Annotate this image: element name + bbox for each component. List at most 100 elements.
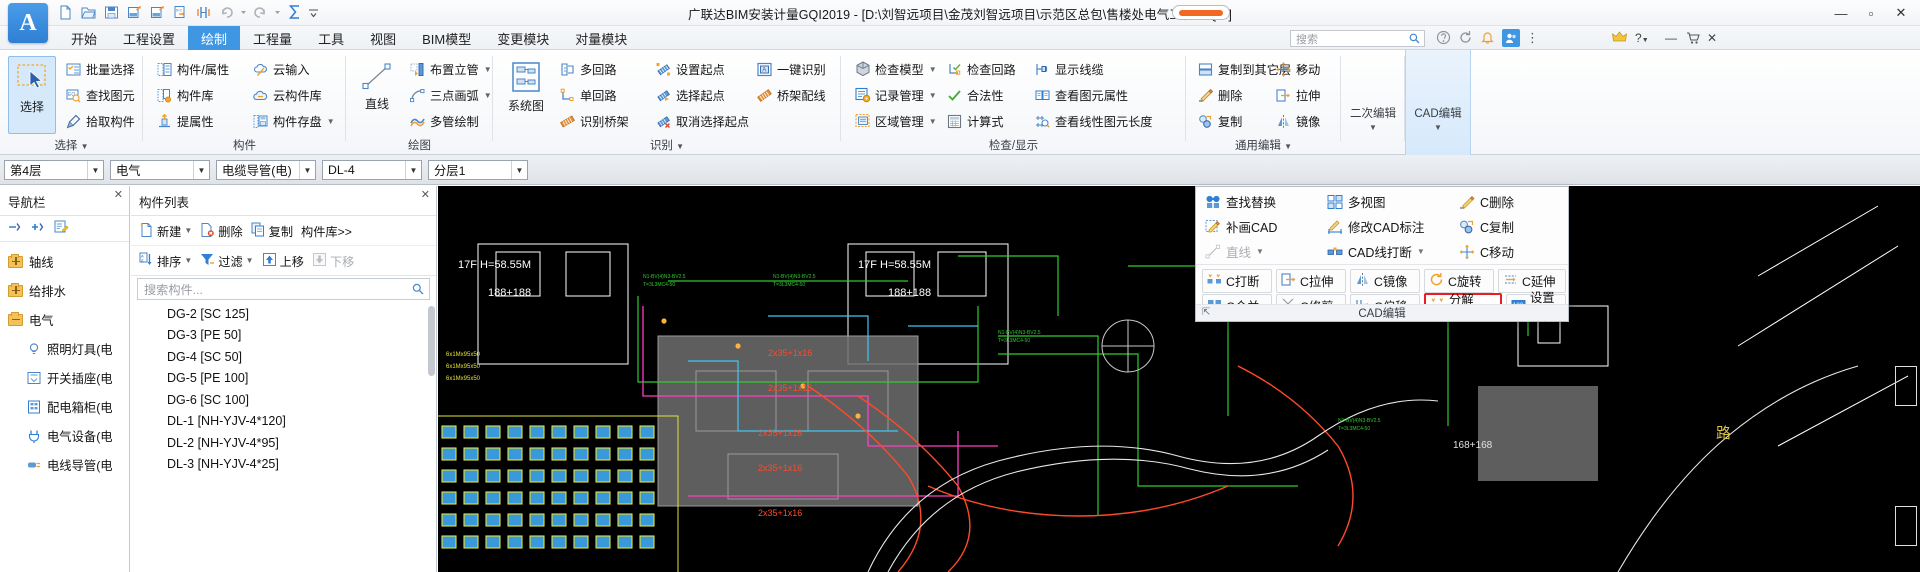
- bell-icon[interactable]: [1480, 30, 1495, 48]
- import-ifc-icon[interactable]: IFC: [170, 2, 191, 22]
- stretch-button[interactable]: 拉伸: [1272, 83, 1323, 107]
- nav-item-7[interactable]: 电线导管(电: [0, 450, 129, 479]
- ribbon-group-cad-edit[interactable]: CAD编辑 ▼: [1405, 50, 1471, 155]
- list-item[interactable]: DG-6 [SC 100]: [131, 389, 436, 411]
- list-item[interactable]: DL-3 [NH-YJV-4*25]: [131, 454, 436, 476]
- component-search-input[interactable]: 搜索构件...: [137, 278, 430, 300]
- find-replace-item[interactable]: 查找替换: [1200, 189, 1318, 214]
- delete-button[interactable]: 删除: [1194, 83, 1245, 107]
- close-panel-icon[interactable]: ✕: [1707, 31, 1717, 45]
- component-type-select-caret-icon[interactable]: ▼: [299, 161, 315, 179]
- sort-button[interactable]: AZ 排序 ▼: [139, 252, 192, 270]
- component-list-scrollbar[interactable]: [428, 306, 435, 376]
- edit-list-icon[interactable]: [54, 220, 69, 237]
- cad-drawing-canvas[interactable]: 17F H=58.55M 188+188 17F H=58.55M 188+18…: [438, 186, 1920, 572]
- cad-line-break-item[interactable]: CAD线打断 ▼: [1322, 239, 1452, 264]
- align-icon[interactable]: [193, 2, 214, 22]
- menu-tab-1[interactable]: 工程设置: [110, 26, 188, 50]
- search-input[interactable]: 搜索: [1290, 30, 1425, 47]
- folder-closed-icon[interactable]: [8, 253, 23, 268]
- floor-select[interactable]: 第4层 ▼: [4, 160, 104, 180]
- list-item[interactable]: DG-4 [SC 50]: [131, 346, 436, 368]
- expand-all-icon[interactable]: [31, 221, 45, 236]
- formula-button[interactable]: 计算式: [943, 109, 1007, 133]
- component-list-close-icon[interactable]: ✕: [421, 188, 430, 201]
- save-icon[interactable]: [101, 2, 122, 22]
- c-move-item[interactable]: C移动: [1454, 239, 1564, 264]
- delete-component-button[interactable]: 删除: [200, 222, 243, 240]
- show-cable-button[interactable]: 显示线缆: [1031, 57, 1107, 81]
- component-property-button[interactable]: 构件/属性: [153, 57, 232, 81]
- c-break-tile[interactable]: C打断: [1202, 269, 1272, 293]
- check-loop-button[interactable]: 检查回路: [943, 57, 1019, 81]
- list-item[interactable]: DL-2 [NH-YJV-4*95]: [131, 432, 436, 454]
- layer-select[interactable]: 分层1 ▼: [428, 160, 528, 180]
- menu-tab-8[interactable]: 对量模块: [562, 26, 640, 50]
- nav-item-0[interactable]: 轴线: [0, 247, 129, 276]
- undo-icon[interactable]: [216, 2, 237, 22]
- edit-cad-dim-item[interactable]: 修改CAD标注: [1322, 214, 1444, 239]
- list-item[interactable]: DL-1 [NH-YJV-4*120]: [131, 411, 436, 433]
- discipline-select[interactable]: 电气 ▼: [110, 160, 210, 180]
- more-options-icon[interactable]: ⋮: [1526, 30, 1539, 46]
- open-file-icon[interactable]: [78, 2, 99, 22]
- search-icon[interactable]: [412, 283, 424, 298]
- folder-open-icon[interactable]: [8, 311, 23, 326]
- identify-tray-button[interactable]: 识别桥架: [556, 109, 632, 133]
- new-file-icon[interactable]: [55, 2, 76, 22]
- single-loop-button[interactable]: 单回路: [556, 83, 620, 107]
- c-delete-item[interactable]: C删除: [1454, 189, 1564, 214]
- validity-check-button[interactable]: 合法性: [943, 83, 1007, 107]
- sum-icon[interactable]: [284, 2, 305, 22]
- cloud-input-button[interactable]: 云输入: [249, 57, 313, 81]
- folder-closed-icon[interactable]: [8, 282, 23, 297]
- redraw-cad-item[interactable]: 补画CAD: [1200, 214, 1318, 239]
- minimize-button[interactable]: —: [1826, 1, 1856, 25]
- system-diagram-button[interactable]: 系统图: [499, 56, 553, 134]
- menu-tab-2[interactable]: 绘制: [188, 26, 241, 50]
- nav-item-3[interactable]: 照明灯具(电: [0, 334, 129, 363]
- list-item[interactable]: DG-3 [PE 50]: [131, 325, 436, 347]
- redo-icon[interactable]: [250, 2, 271, 22]
- nav-panel-close-icon[interactable]: ✕: [114, 188, 123, 201]
- record-manage-button[interactable]: 记录管理 ▼: [851, 83, 940, 107]
- list-item[interactable]: DG-5 [PE 100]: [131, 368, 436, 390]
- component-library-button[interactable]: 构件库: [153, 83, 217, 107]
- nav-item-6[interactable]: 电气设备(电: [0, 421, 129, 450]
- maximize-button[interactable]: ▫: [1856, 1, 1886, 25]
- c-mirror-tile[interactable]: C镜像: [1350, 269, 1420, 293]
- list-item[interactable]: DG-2 [SC 125]: [131, 303, 436, 325]
- move-up-button[interactable]: 上移: [262, 252, 304, 270]
- component-library-link[interactable]: 构件库>>: [301, 222, 352, 240]
- component-select-caret-icon[interactable]: ▼: [405, 161, 421, 179]
- redo-caret-icon[interactable]: [273, 2, 282, 22]
- select-tool-button[interactable]: 选择: [8, 56, 56, 134]
- mirror-button[interactable]: 镜像: [1272, 109, 1323, 133]
- question-icon[interactable]: ?▼: [1635, 31, 1649, 45]
- riser-button[interactable]: 布置立管 ▼: [406, 57, 495, 81]
- component-select[interactable]: DL-4 ▼: [322, 160, 422, 180]
- search-icon[interactable]: [1409, 33, 1420, 47]
- pin-icon[interactable]: ⇱: [1202, 307, 1210, 318]
- close-button[interactable]: ✕: [1886, 1, 1916, 25]
- cart-icon[interactable]: [1686, 31, 1700, 48]
- minus-icon[interactable]: —: [1665, 31, 1677, 45]
- batch-select-button[interactable]: 批量选择: [62, 57, 138, 81]
- line-tool-button[interactable]: 直线: [353, 56, 401, 134]
- user-group-icon[interactable]: [1502, 29, 1520, 47]
- one-key-identify-button[interactable]: A 一键识别: [753, 57, 829, 81]
- multi-pipe-button[interactable]: 多管绘制: [406, 109, 482, 133]
- menu-tab-0[interactable]: 开始: [58, 26, 110, 50]
- nav-item-1[interactable]: 给排水: [0, 276, 129, 305]
- copy-component-button[interactable]: 复制: [251, 222, 293, 240]
- menu-tab-5[interactable]: 视图: [357, 26, 409, 50]
- collapse-all-icon[interactable]: [8, 221, 22, 236]
- export-bim-icon[interactable]: [147, 2, 168, 22]
- view-length-button[interactable]: 查看线性图元长度: [1031, 109, 1156, 133]
- tray-wiring-button[interactable]: 桥架配线: [753, 83, 829, 107]
- nav-item-2[interactable]: 电气: [0, 305, 129, 334]
- floor-select-caret-icon[interactable]: ▼: [87, 161, 103, 179]
- move-down-button[interactable]: 下移: [312, 252, 354, 270]
- filter-button[interactable]: 过滤 ▼: [200, 252, 254, 270]
- component-type-select[interactable]: 电缆导管(电) ▼: [216, 160, 316, 180]
